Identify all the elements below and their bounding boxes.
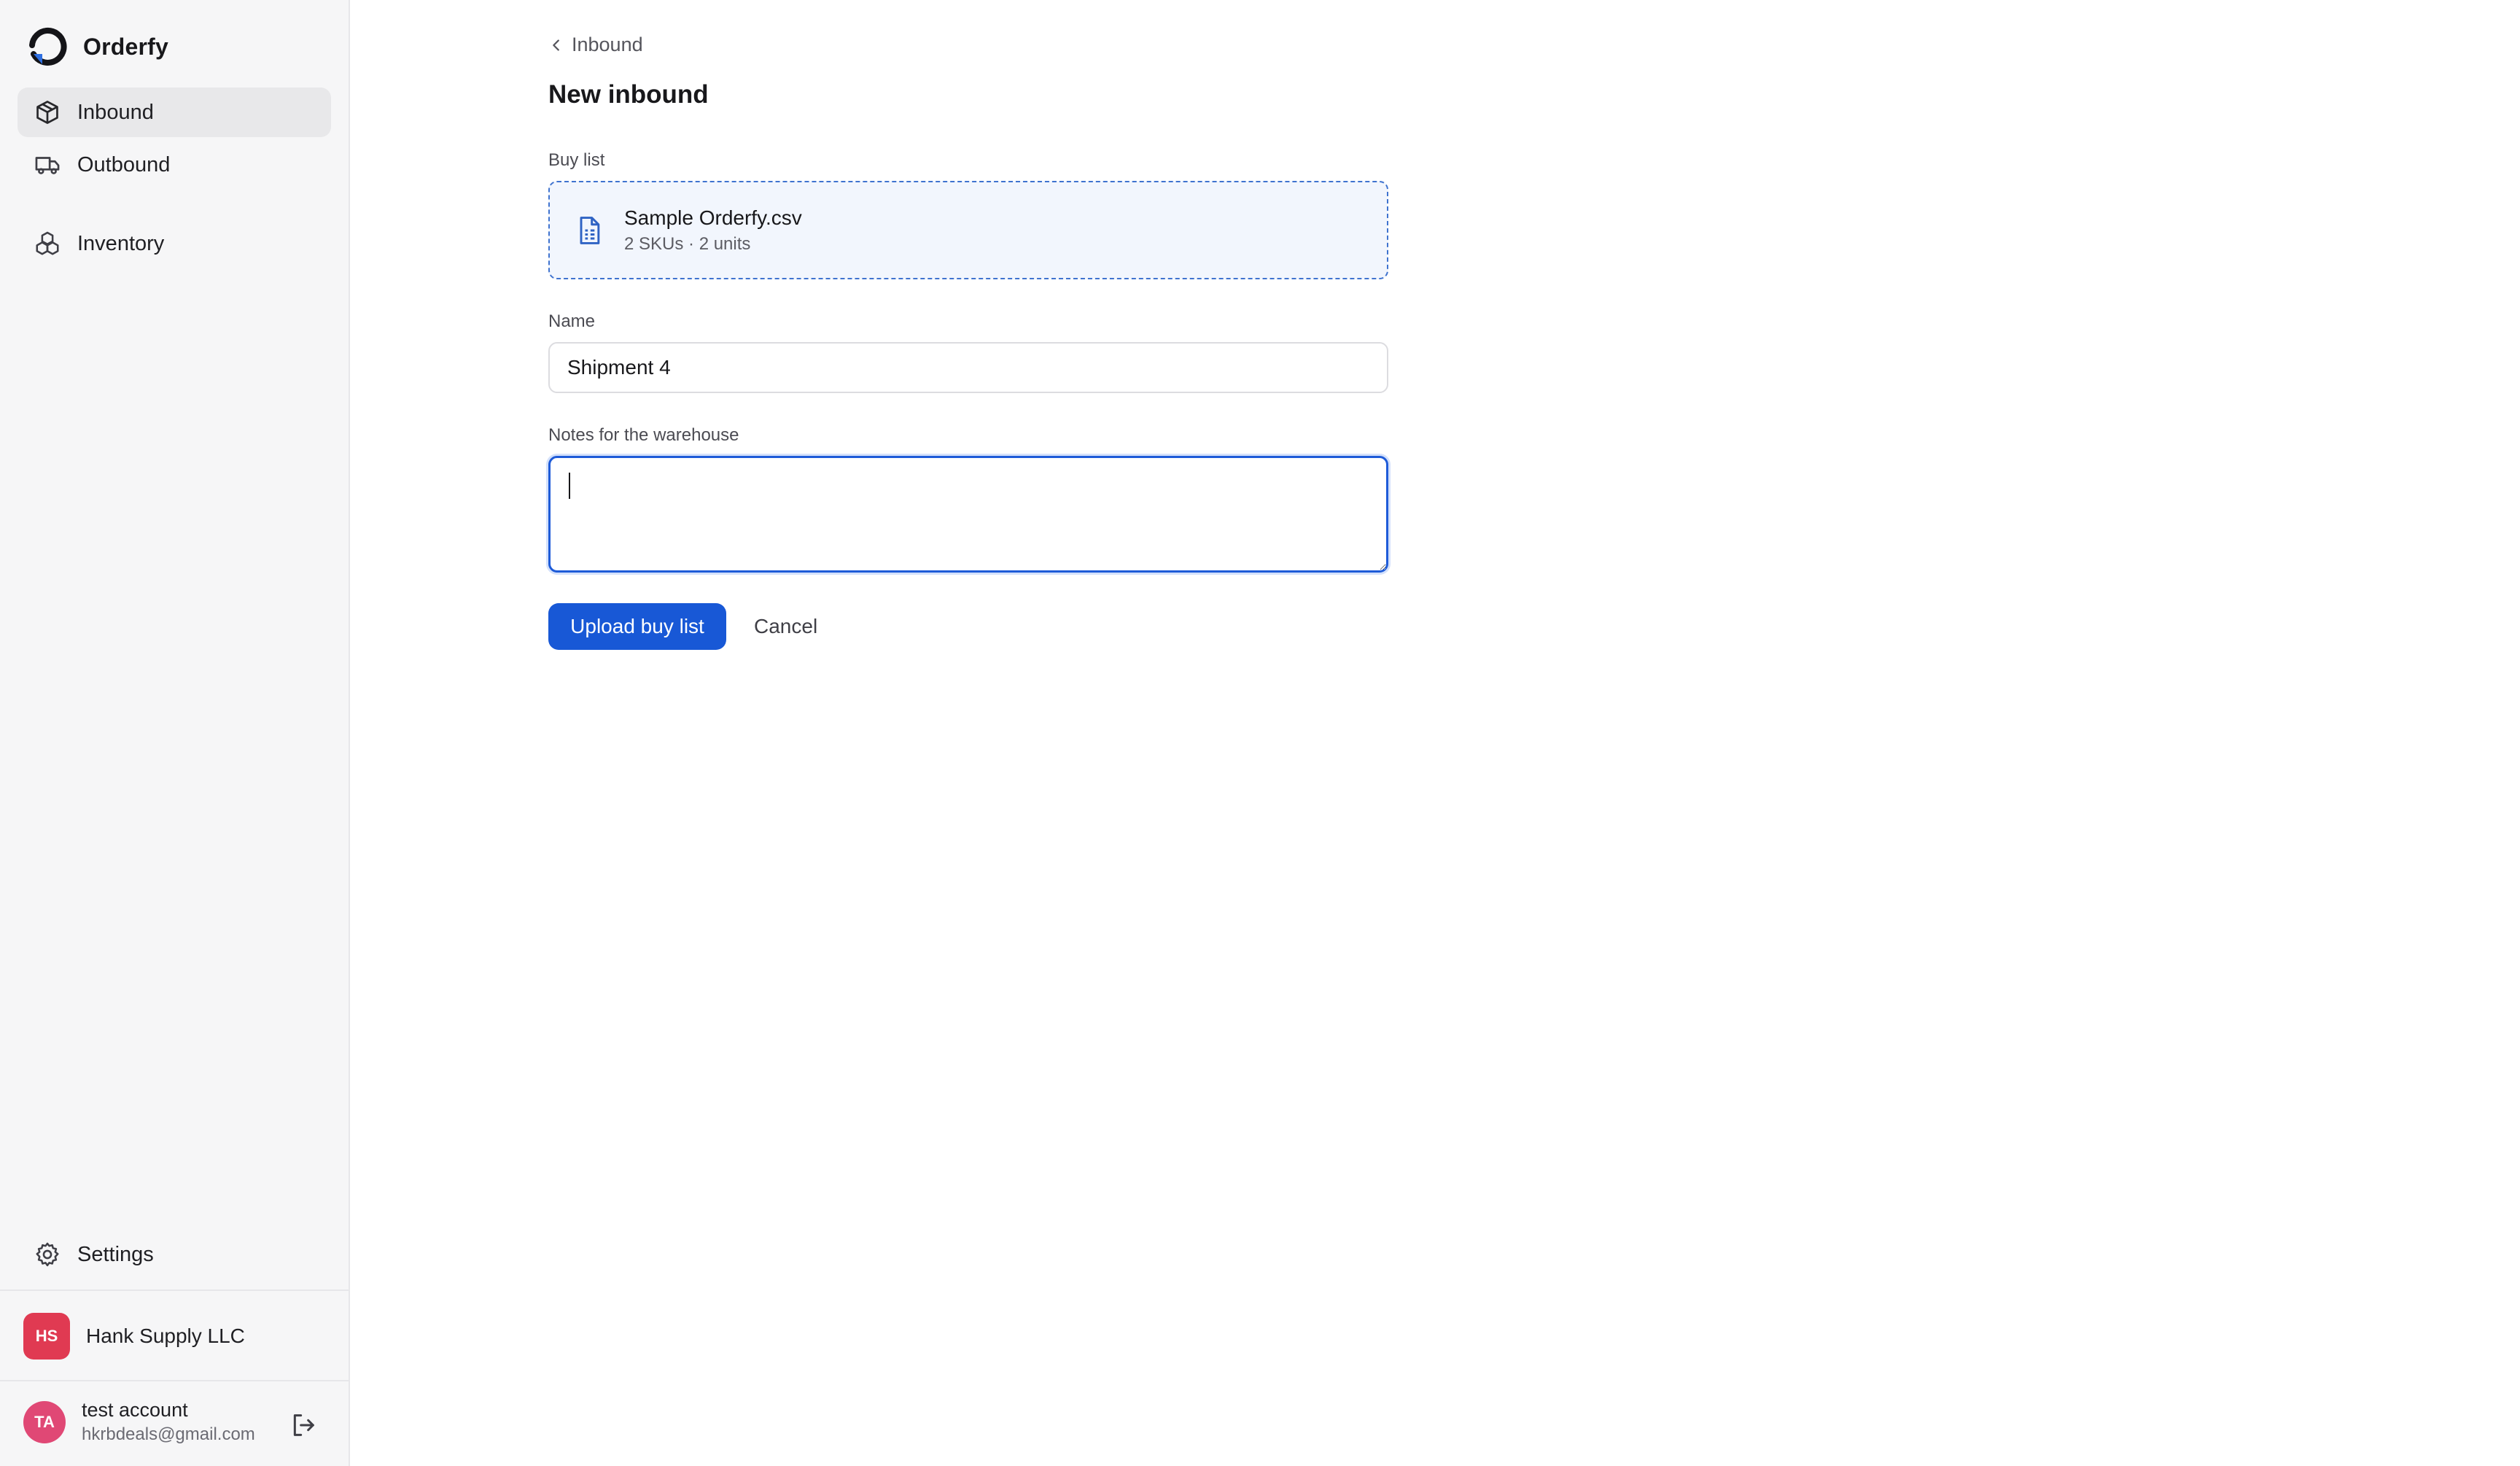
- boxes-icon: [36, 231, 59, 255]
- brand-name: Orderfy: [83, 33, 168, 60]
- gear-icon: [36, 1242, 59, 1267]
- file-summary: 2 SKUs · 2 units: [624, 233, 751, 254]
- notes-textarea[interactable]: [548, 456, 1388, 573]
- file-spreadsheet-icon: [580, 216, 600, 244]
- breadcrumb-link: Inbound: [572, 34, 643, 55]
- organization-name: Hank Supply LLC: [86, 1325, 245, 1347]
- brand[interactable]: Orderfy: [26, 26, 168, 67]
- file-name: Sample Orderfy.csv: [624, 206, 802, 229]
- file-meta: Sample Orderfy.csv 2 SKUs · 2 units: [624, 206, 802, 255]
- sidebar-item-label: Outbound: [77, 152, 171, 177]
- sidebar: Orderfy Inbound Outbound Inventory Setti…: [0, 0, 350, 1466]
- sidebar-item-label: Inventory: [77, 231, 165, 255]
- divider: [0, 1380, 349, 1381]
- cancel-button[interactable]: Cancel: [744, 603, 828, 650]
- buy-list-dropzone[interactable]: Sample Orderfy.csv 2 SKUs · 2 units: [548, 181, 1388, 279]
- logout-icon[interactable]: [289, 1411, 318, 1440]
- sidebar-item-inbound[interactable]: Inbound: [18, 88, 331, 137]
- upload-buy-list-button[interactable]: Upload buy list: [548, 603, 726, 650]
- chevron-left-icon: [553, 39, 559, 51]
- orderfy-logo-icon: [29, 27, 67, 66]
- user-avatar: TA: [23, 1400, 66, 1443]
- text-caret: [569, 473, 570, 499]
- divider: [0, 1289, 349, 1291]
- user-details: test account hkrbdeals@gmail.com: [82, 1399, 255, 1445]
- buy-list-label: Buy list: [548, 150, 605, 170]
- breadcrumb[interactable]: Inbound: [548, 34, 643, 56]
- sidebar-item-label: Inbound: [77, 100, 154, 124]
- organization-switcher[interactable]: HS Hank Supply LLC: [23, 1313, 245, 1360]
- truck-icon: [35, 157, 60, 174]
- name-input[interactable]: [548, 342, 1388, 393]
- sidebar-item-label: Settings: [77, 1242, 154, 1266]
- organization-avatar: HS: [23, 1313, 70, 1360]
- user-email: hkrbdeals@gmail.com: [82, 1424, 255, 1444]
- app-root: Orderfy Inbound Outbound Inventory Setti…: [0, 0, 2520, 1466]
- notes-label: Notes for the warehouse: [548, 425, 739, 445]
- main-content: Inbound New inbound Buy list Sample Orde…: [350, 0, 2520, 1466]
- package-icon: [36, 101, 58, 124]
- user-profile[interactable]: TA test account hkrbdeals@gmail.com: [23, 1399, 255, 1445]
- sidebar-item-settings[interactable]: Settings: [18, 1230, 331, 1279]
- sidebar-item-inventory[interactable]: Inventory: [18, 219, 331, 268]
- sidebar-item-outbound[interactable]: Outbound: [18, 140, 331, 190]
- name-label: Name: [548, 311, 596, 331]
- page-title: New inbound: [548, 80, 709, 109]
- user-name: test account: [82, 1399, 188, 1421]
